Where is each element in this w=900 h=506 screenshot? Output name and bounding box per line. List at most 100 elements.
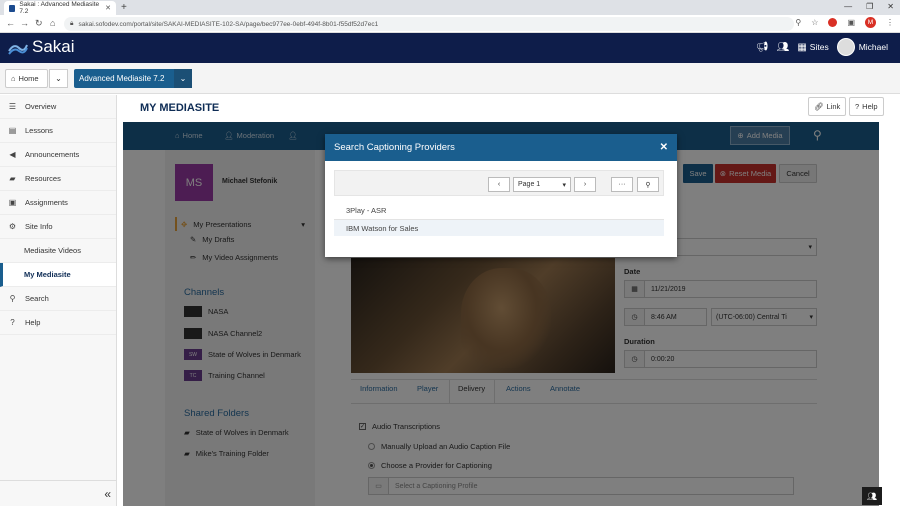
site-label: Advanced Mediasite 7.2 bbox=[79, 74, 165, 83]
maximize-icon[interactable]: ❐ bbox=[866, 2, 873, 11]
extension-icon[interactable] bbox=[828, 18, 838, 27]
url-field[interactable]: 🔒︎ sakai.sofodev.com/portal/site/SAKAI-M… bbox=[64, 17, 794, 31]
back-icon[interactable]: ← bbox=[6, 18, 15, 28]
tool-label: Site Info bbox=[25, 222, 53, 231]
close-icon[interactable]: ✕ bbox=[660, 142, 668, 153]
link-label: Link bbox=[826, 102, 841, 111]
sakai-wave-icon bbox=[8, 44, 28, 55]
search-button[interactable]: ⚲ bbox=[637, 177, 659, 192]
page-label: Page 1 bbox=[518, 181, 541, 188]
tool-overview[interactable]: ☰ Overview bbox=[0, 95, 116, 119]
tool-label: Overview bbox=[25, 102, 57, 111]
tool-label: My Mediasite bbox=[24, 270, 71, 279]
sites-label: Sites bbox=[809, 42, 829, 52]
browser-tab[interactable]: Sakai : Advanced Mediasite 7.2 ✕ bbox=[4, 1, 116, 15]
url-text: sakai.sofodev.com/portal/site/SAKAI-MEDI… bbox=[78, 20, 379, 28]
forward-icon[interactable]: → bbox=[20, 18, 29, 28]
tool-search[interactable]: ⚲ Search bbox=[0, 287, 116, 311]
chat-widget-icon[interactable]: 👥︎ bbox=[862, 487, 882, 505]
tool-assignments[interactable]: ▣ Assignments bbox=[0, 191, 116, 215]
user-avatar bbox=[836, 38, 855, 56]
user-name: Michael bbox=[858, 42, 888, 52]
tool-label: Mediasite Videos bbox=[24, 246, 81, 255]
tool-announcements[interactable]: ◀ Announcements bbox=[0, 143, 116, 167]
chevron-down-icon[interactable]: ⌄ bbox=[174, 69, 192, 88]
double-chevron-left-icon: « bbox=[104, 486, 111, 501]
clipboard-icon: ▣ bbox=[8, 198, 17, 207]
extension-box-icon[interactable]: ▣ bbox=[847, 18, 855, 27]
more-options-button[interactable]: ··· bbox=[611, 177, 633, 192]
next-page-button[interactable]: › bbox=[574, 177, 596, 192]
home-site-button[interactable]: ⌂ Home bbox=[5, 69, 48, 88]
tool-help[interactable]: ? Help bbox=[0, 311, 116, 335]
new-tab-icon[interactable]: + bbox=[121, 2, 127, 13]
gear-icon: ⚙ bbox=[8, 222, 17, 231]
logo-text: Sakai bbox=[32, 37, 75, 56]
help-icon: ? bbox=[10, 318, 15, 327]
tool-label: Assignments bbox=[25, 198, 68, 207]
tool-my-mediasite[interactable]: My Mediasite bbox=[0, 263, 116, 287]
sakai-header: Sakai 📢︎ 👥︎ ▦ Sites Michael bbox=[0, 33, 900, 63]
tool-label: Help bbox=[25, 318, 41, 327]
page-title: MY MEDIASITE bbox=[140, 102, 220, 114]
search-icon: ⚲ bbox=[645, 181, 651, 189]
collapse-tools-button[interactable]: « bbox=[0, 480, 117, 506]
current-site-button[interactable]: Advanced Mediasite 7.2 ⌄ bbox=[74, 69, 192, 88]
page-select[interactable]: Page 1 ▾ bbox=[513, 177, 571, 192]
provider-item[interactable]: IBM Watson for Sales bbox=[334, 219, 664, 236]
grid-icon: ▦ bbox=[797, 41, 807, 53]
list-icon: ☰ bbox=[8, 102, 17, 111]
tool-lessons[interactable]: ▤ Lessons bbox=[0, 119, 116, 143]
reload-icon[interactable]: ↻ bbox=[35, 18, 43, 29]
ellipsis-icon: ··· bbox=[618, 181, 626, 188]
modal-title: Search Captioning Providers bbox=[334, 142, 455, 153]
zoom-icon[interactable]: ⚲ bbox=[795, 18, 801, 27]
tool-mediasite-videos[interactable]: Mediasite Videos bbox=[0, 239, 116, 263]
home-icon: ⌂ bbox=[11, 74, 16, 83]
tool-menu: ☰ Overview ▤ Lessons ◀ Announcements ▰ Resou… bbox=[0, 95, 117, 506]
caret-down-icon: ▾ bbox=[562, 181, 566, 189]
tool-site-info[interactable]: ⚙ Site Info bbox=[0, 215, 116, 239]
sakai-logo[interactable]: Sakai bbox=[8, 37, 75, 57]
help-icon: ? bbox=[855, 102, 860, 111]
megaphone-icon: ◀ bbox=[9, 150, 16, 159]
home-label: Home bbox=[18, 74, 39, 83]
home-icon[interactable]: ⌂ bbox=[50, 18, 55, 28]
tab-title: Sakai : Advanced Mediasite 7.2 bbox=[19, 1, 100, 15]
megaphone-icon[interactable]: 📢︎ bbox=[756, 42, 769, 53]
address-bar-row: ← → ↻ ⌂ 🔒︎ sakai.sofodev.com/portal/site… bbox=[0, 15, 900, 33]
chevron-down-icon: ⌄ bbox=[55, 74, 62, 83]
minimize-icon[interactable]: — bbox=[844, 2, 852, 11]
bookmark-star-icon[interactable]: ☆ bbox=[811, 18, 818, 27]
link-icon: 🔗︎ bbox=[814, 102, 824, 111]
browser-tab-bar: Sakai : Advanced Mediasite 7.2 ✕ + — ❐ ✕ bbox=[0, 0, 900, 15]
tool-label: Search bbox=[25, 294, 49, 303]
window-controls: — ❐ ✕ bbox=[844, 2, 894, 11]
close-window-icon[interactable]: ✕ bbox=[887, 2, 894, 11]
chevron-left-icon: ‹ bbox=[497, 181, 501, 188]
close-tab-icon[interactable]: ✕ bbox=[105, 4, 111, 12]
lock-icon: 🔒︎ bbox=[70, 20, 74, 27]
browser-menu-icon[interactable]: ⋮ bbox=[886, 18, 894, 27]
book-icon: ▤ bbox=[8, 126, 17, 135]
user-menu[interactable]: Michael bbox=[836, 38, 888, 56]
help-label: Help bbox=[862, 102, 878, 111]
modal-header: Search Captioning Providers bbox=[325, 134, 677, 161]
prev-page-button[interactable]: ‹ bbox=[488, 177, 510, 192]
link-button[interactable]: 🔗︎ Link bbox=[808, 97, 847, 116]
tool-resources[interactable]: ▰ Resources bbox=[0, 167, 116, 191]
chevron-right-icon: › bbox=[583, 181, 587, 188]
sakai-favicon-icon bbox=[9, 4, 16, 12]
folder-icon: ▰ bbox=[9, 174, 16, 183]
profile-avatar[interactable]: M bbox=[865, 17, 876, 28]
group-icon[interactable]: 👥︎ bbox=[777, 42, 790, 53]
sites-button[interactable]: ▦ Sites bbox=[797, 42, 828, 53]
site-nav: ⌂ Home ⌄ Advanced Mediasite 7.2 ⌄ bbox=[0, 63, 900, 94]
help-button[interactable]: ? Help bbox=[849, 97, 884, 116]
header-actions: 📢︎ 👥︎ ▦ Sites Michael bbox=[756, 38, 888, 56]
captioning-providers-modal: Search Captioning Providers ✕ ‹ Page 1 ▾ … bbox=[325, 134, 677, 257]
tool-label: Announcements bbox=[25, 150, 80, 159]
search-icon: ⚲ bbox=[9, 294, 16, 303]
provider-item[interactable]: 3Play - ASR bbox=[334, 202, 664, 219]
home-dropdown-button[interactable]: ⌄ bbox=[49, 69, 68, 88]
